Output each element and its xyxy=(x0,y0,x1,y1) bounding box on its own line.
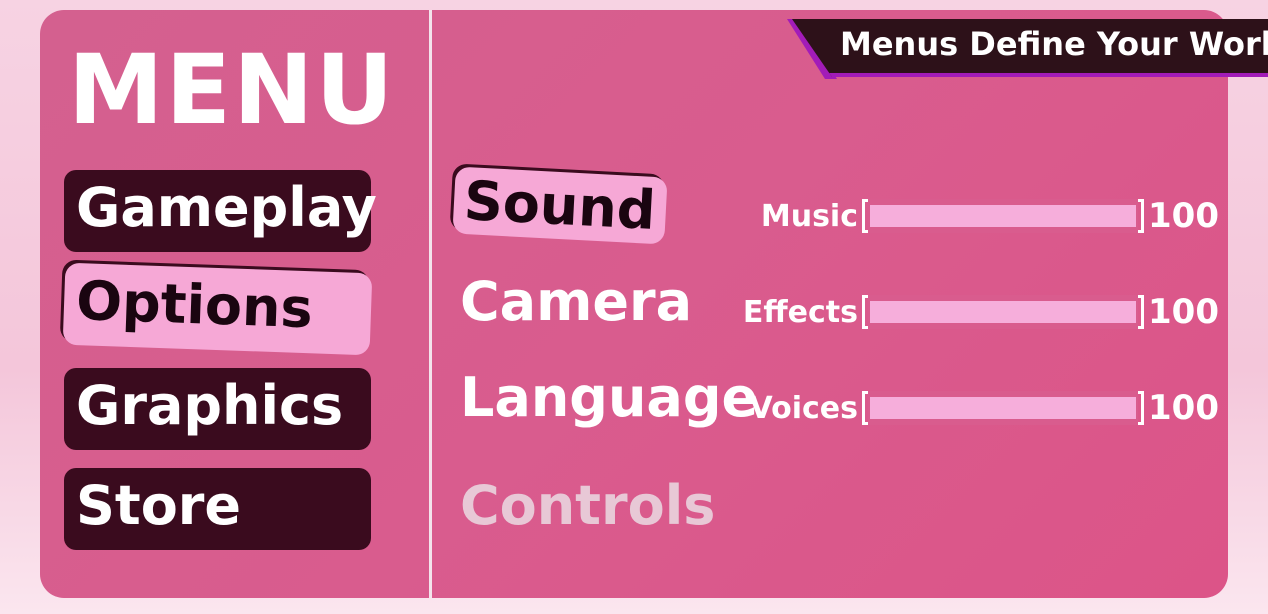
nav-options[interactable]: Options xyxy=(62,262,373,356)
slider-fill xyxy=(870,301,1136,323)
nav-graphics[interactable]: Graphics xyxy=(64,368,371,450)
slider-label: Music xyxy=(760,198,858,234)
tab-camera[interactable]: Camera xyxy=(460,270,692,333)
tab-language[interactable]: Language xyxy=(460,366,758,429)
nav-gameplay[interactable]: Gameplay xyxy=(64,170,377,252)
music-slider[interactable] xyxy=(862,199,1144,233)
slider-value: 100 xyxy=(1148,292,1219,332)
menu-title: MENU xyxy=(68,34,396,146)
tab-sound[interactable]: Sound xyxy=(452,166,668,245)
slider-value: 100 xyxy=(1148,388,1219,428)
divider xyxy=(429,10,432,598)
slider-row-voices: Voices 100 xyxy=(740,388,1219,428)
voices-slider[interactable] xyxy=(862,391,1144,425)
slider-value: 100 xyxy=(1148,196,1219,236)
slider-fill xyxy=(870,397,1136,419)
slider-fill xyxy=(870,205,1136,227)
header-banner: Menus Define Your World xyxy=(792,19,1268,77)
slider-label: Effects xyxy=(742,294,858,330)
slider-row-effects: Effects 100 xyxy=(740,292,1219,332)
tab-controls[interactable]: Controls xyxy=(460,474,715,537)
effects-slider[interactable] xyxy=(862,295,1144,329)
slider-label: Voices xyxy=(749,390,858,426)
menu-panel: MENU Gameplay Options Graphics Store Sou… xyxy=(40,10,1228,598)
banner-text: Menus Define Your World xyxy=(840,25,1268,63)
nav-store[interactable]: Store xyxy=(64,468,371,550)
slider-row-music: Music 100 xyxy=(740,196,1219,236)
